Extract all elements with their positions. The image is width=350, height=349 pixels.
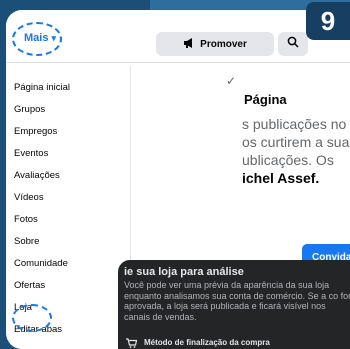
menu-item-groups[interactable]: Grupos [14, 104, 45, 115]
menu-item-about[interactable]: Sobre [14, 236, 39, 247]
menu-item-community[interactable]: Comunidade [14, 258, 68, 269]
chevron-down-icon: ▾ [51, 33, 57, 43]
more-menu-button[interactable]: Mais ▾ [24, 32, 56, 44]
menu-item-jobs[interactable]: Empregos [14, 126, 57, 137]
highlight-circle-shop [12, 304, 52, 332]
checkout-method-label[interactable]: Método de finalização da compra [144, 338, 270, 347]
cart-icon [126, 338, 138, 349]
search-button[interactable] [278, 32, 308, 56]
more-label: Mais [24, 32, 49, 44]
panel-line: ublicações. Os [242, 152, 334, 168]
popup-title: ie sua loja para análise [124, 266, 244, 278]
shop-review-popup: ie sua loja para análise Você pode ver u… [118, 260, 350, 349]
menu-item-offers[interactable]: Ofertas [14, 280, 45, 291]
panel-line: os curtirem a sua [242, 134, 350, 150]
menu-item-home[interactable]: Página inicial [14, 82, 70, 93]
panel-title: Página [244, 92, 287, 107]
page-toolbar: Mais ▾ Promover [6, 10, 350, 63]
menu-item-events[interactable]: Eventos [14, 148, 48, 159]
promote-label: Promover [200, 38, 247, 50]
panel-line: ichel Assef. [242, 170, 320, 186]
page-info-panel: Página s publicações no os curtirem a su… [236, 72, 350, 272]
menu-item-videos[interactable]: Vídeos [14, 192, 44, 203]
checkmark-icon: ✓ [226, 74, 237, 88]
facebook-page-window: Mais ▾ Promover ✓ Página s publicações n… [6, 10, 350, 349]
megaphone-icon [183, 37, 195, 51]
step-number-badge: 9 [306, 2, 350, 40]
panel-line: s publicações no [242, 116, 347, 132]
search-icon [287, 35, 299, 53]
promote-button[interactable]: Promover [156, 32, 274, 56]
menu-item-reviews[interactable]: Avaliações [14, 170, 60, 181]
menu-item-photos[interactable]: Fotos [14, 214, 38, 225]
popup-description: Você pode ver uma prévia da aparência da… [124, 280, 350, 322]
